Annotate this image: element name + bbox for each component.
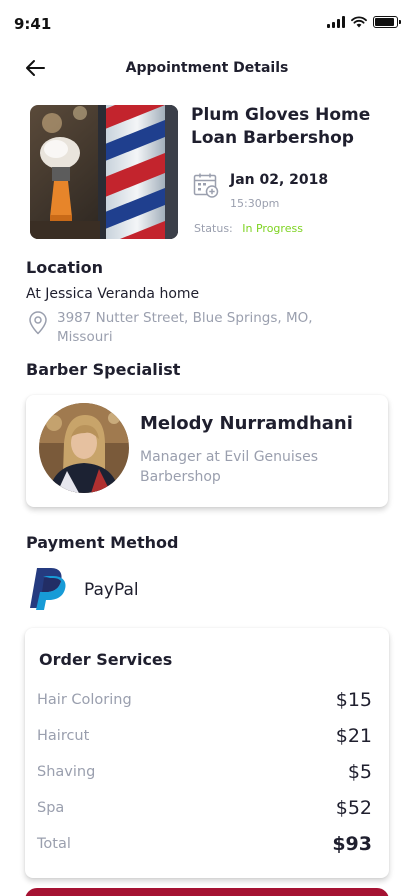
- shop-photo: [30, 105, 178, 239]
- service-row-shaving: Shaving $5: [37, 761, 372, 785]
- shop-name: Plum Gloves Home Loan Barbershop: [191, 105, 371, 148]
- order-services-title: Order Services: [39, 650, 173, 669]
- order-total-row: Total $93: [37, 833, 372, 857]
- service-name: Haircut: [37, 728, 90, 744]
- status-icons: [327, 16, 401, 28]
- paypal-icon: [30, 568, 66, 610]
- payment-method-name: PayPal: [84, 580, 139, 600]
- status-row: Status: In Progress: [194, 222, 303, 235]
- wifi-icon: [351, 16, 367, 28]
- status-bar: 9:41: [0, 0, 414, 44]
- payment-title: Payment Method: [26, 533, 179, 552]
- specialist-title: Barber Specialist: [26, 360, 181, 379]
- status-label: Status:: [194, 222, 233, 235]
- service-row-hair-coloring: Hair Coloring $15: [37, 689, 372, 713]
- battery-icon: [373, 16, 401, 28]
- status-time: 9:41: [14, 15, 52, 33]
- location-pin-icon: [29, 311, 47, 335]
- service-name: Hair Coloring: [37, 692, 132, 708]
- appointment-date: Jan 02, 2018: [230, 172, 329, 188]
- service-row-haircut: Haircut $21: [37, 725, 372, 749]
- service-row-spa: Spa $52: [37, 797, 372, 821]
- service-price: $21: [335, 725, 372, 747]
- status-badge: In Progress: [242, 222, 303, 235]
- service-name: Shaving: [37, 764, 96, 780]
- location-address: 3987 Nutter Street, Blue Springs, MO, Mi…: [57, 310, 313, 345]
- location-title: Location: [26, 258, 103, 277]
- battery-level-fill: [375, 18, 394, 26]
- appointment-time: 15:30pm: [230, 197, 280, 210]
- specialist-role: Manager at Evil Genuises Barbershop: [140, 449, 318, 485]
- total-value: $93: [332, 833, 372, 855]
- service-name: Spa: [37, 800, 65, 816]
- cellular-signal-icon: [327, 16, 345, 28]
- header: Appointment Details: [0, 52, 414, 84]
- specialist-card[interactable]: Melody Nurramdhani Manager at Evil Genui…: [26, 395, 388, 507]
- order-services-card: Order Services Hair Coloring $15 Haircut…: [25, 628, 389, 878]
- calendar-icon: [193, 173, 219, 198]
- location-name: At Jessica Veranda home: [26, 286, 200, 302]
- service-price: $5: [347, 761, 372, 783]
- avatar: [39, 403, 129, 493]
- page-title: Appointment Details: [125, 60, 289, 76]
- bottom-action-button[interactable]: [25, 888, 389, 896]
- specialist-name: Melody Nurramdhani: [140, 413, 353, 434]
- total-label: Total: [37, 836, 71, 852]
- service-price: $52: [335, 797, 372, 819]
- service-price: $15: [335, 689, 372, 711]
